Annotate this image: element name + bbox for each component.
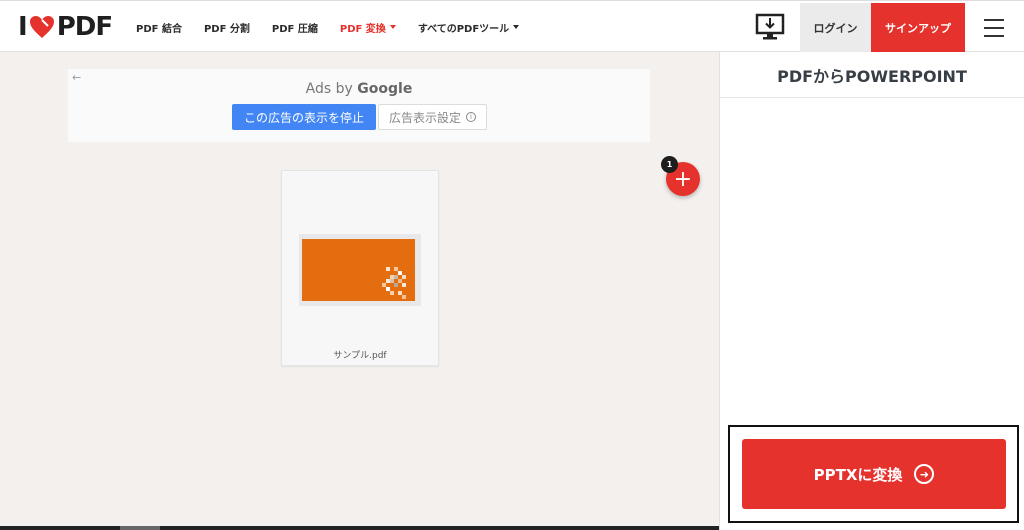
nav-item-compress[interactable]: PDF 圧縮 — [272, 20, 318, 35]
chevron-down-icon — [389, 25, 396, 29]
login-button[interactable]: ログイン — [800, 3, 871, 52]
ad-banner: ← Ads by Google この広告の表示を停止 広告表示設定 i — [68, 69, 650, 142]
file-count-badge: 1 — [661, 156, 678, 173]
hamburger-menu-icon[interactable] — [980, 15, 1008, 41]
desktop-download-icon — [755, 13, 785, 40]
tool-title: PDFからPOWERPOINT — [720, 52, 1024, 98]
nav-item-convert[interactable]: PDF 変換 — [340, 20, 396, 35]
file-card[interactable]: サンプル.pdf — [281, 170, 439, 366]
file-thumbnail — [299, 234, 421, 306]
window-bottom-edge — [0, 526, 719, 530]
signup-button[interactable]: サインアップ — [871, 3, 965, 52]
heart-icon — [29, 16, 54, 38]
nav-item-merge[interactable]: PDF 結合 — [136, 20, 182, 35]
convert-button-highlight: PPTXに変換 ➜ — [728, 425, 1019, 523]
logo-letter-i: I — [18, 12, 28, 42]
info-icon: i — [466, 112, 476, 122]
tool-sidebar: PDFからPOWERPOINT PPTXに変換 ➜ — [719, 52, 1024, 530]
convert-button-label: PPTXに変換 — [813, 465, 903, 484]
thumbnail-page — [302, 239, 415, 301]
plus-icon: + — [673, 166, 693, 192]
nav-item-all-tools[interactable]: すべてのPDFツール — [418, 20, 520, 35]
arrow-right-circle-icon: ➜ — [914, 464, 935, 484]
stop-ad-button[interactable]: この広告の表示を停止 — [232, 104, 376, 130]
convert-to-pptx-button[interactable]: PPTXに変換 ➜ — [742, 439, 1006, 509]
logo-text-pdf: PDF — [56, 12, 113, 42]
ad-settings-button[interactable]: 広告表示設定 i — [378, 104, 487, 130]
desktop-download-button[interactable] — [752, 11, 788, 43]
ilovepdf-logo[interactable]: I PDF — [18, 11, 113, 43]
top-navigation-bar: I PDF PDF 結合 PDF 分割 PDF 圧縮 PDF 変換 すべてのPD… — [0, 0, 1024, 52]
ads-by-google-label: Ads by Google — [305, 81, 413, 97]
nav-item-split[interactable]: PDF 分割 — [204, 20, 250, 35]
chevron-down-icon — [513, 25, 520, 29]
main-nav: PDF 結合 PDF 分割 PDF 圧縮 PDF 変換 すべてのPDFツール — [136, 1, 541, 53]
file-name-label: サンプル.pdf — [333, 351, 387, 361]
